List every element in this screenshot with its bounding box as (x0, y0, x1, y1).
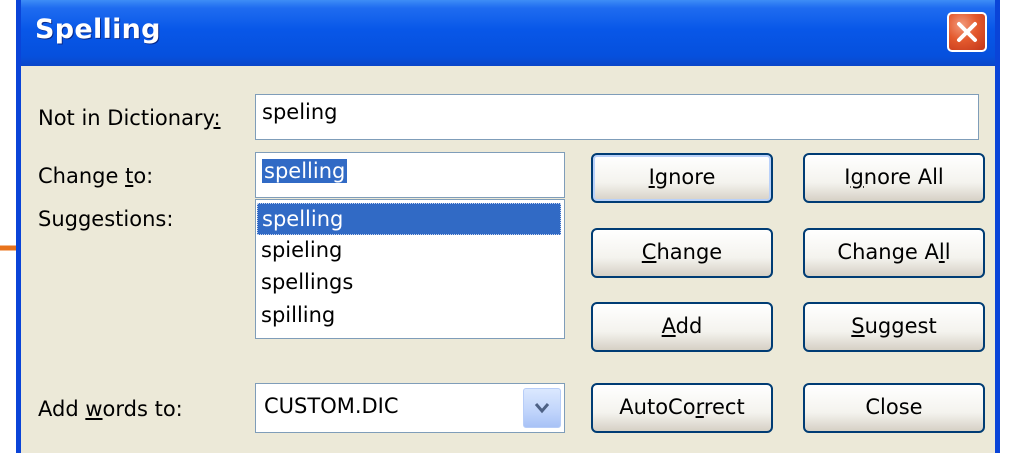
suggestions-label: Suggestions: (38, 207, 174, 231)
change-to-input[interactable]: spelling (255, 152, 565, 198)
add-words-to-label: Add words to: (38, 397, 183, 421)
spelling-dialog: Spelling Not in Dictionary: speling Chan… (16, 0, 1000, 453)
title-bar[interactable]: Spelling (21, 0, 995, 66)
close-dialog-button[interactable]: Close (803, 383, 985, 433)
ignore-all-button[interactable]: Ignore All (803, 153, 985, 203)
change-button[interactable]: Change (591, 228, 773, 278)
change-to-label: Change to: (38, 164, 154, 188)
suggest-button[interactable]: Suggest (803, 302, 985, 352)
change-all-button[interactable]: Change All (803, 228, 985, 278)
not-in-dictionary-label: Not in Dictionary: (38, 106, 221, 130)
suggestion-item-spelling[interactable]: spelling (257, 203, 561, 235)
window-title: Spelling (35, 14, 161, 45)
not-in-dictionary-value: speling (262, 100, 338, 124)
close-icon (957, 22, 977, 42)
close-button[interactable] (947, 12, 987, 52)
change-to-value: spelling (262, 159, 348, 183)
suggestion-item-spilling[interactable]: spilling (257, 300, 561, 332)
suggestion-item-spieling[interactable]: spieling (257, 235, 561, 267)
add-words-to-select[interactable]: CUSTOM.DIC (255, 383, 565, 433)
autocorrect-button[interactable]: AutoCorrect (591, 383, 773, 433)
add-words-to-value: CUSTOM.DIC (264, 394, 399, 418)
ignore-button[interactable]: Ignore (591, 153, 773, 203)
suggestion-item-spellings[interactable]: spellings (257, 267, 561, 299)
add-button[interactable]: Add (591, 302, 773, 352)
suggestions-list[interactable]: spelling spieling spellings spilling (255, 199, 565, 339)
chevron-down-icon (534, 403, 550, 414)
not-in-dictionary-field[interactable]: speling (255, 94, 979, 140)
dropdown-button[interactable] (523, 388, 561, 428)
